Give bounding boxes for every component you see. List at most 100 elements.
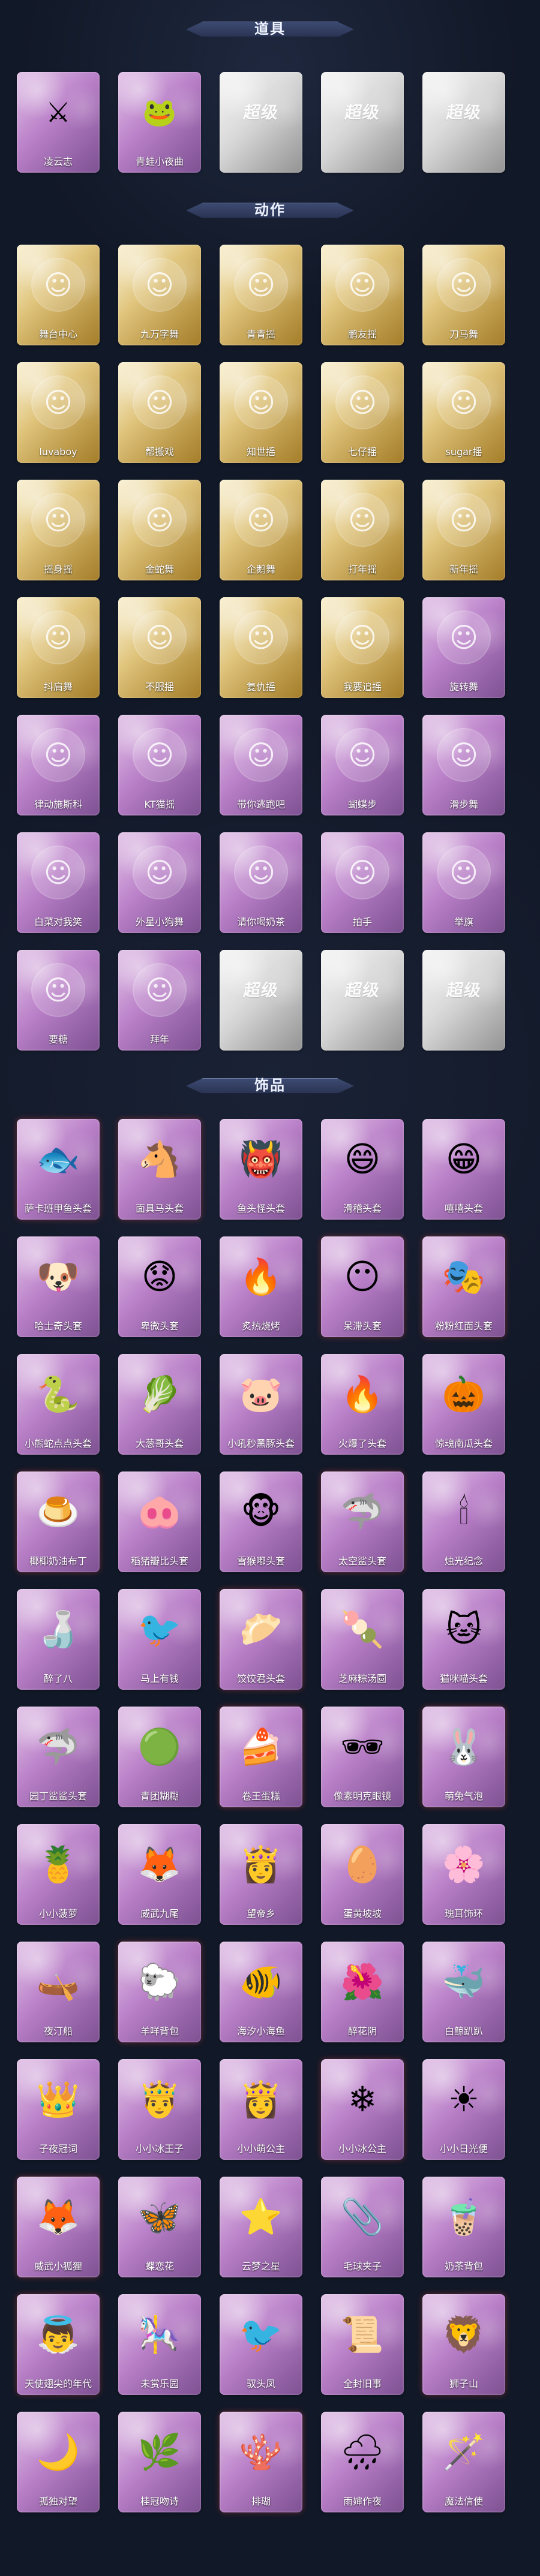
item-card[interactable]: ☺ 新年摇	[422, 480, 505, 580]
item-card[interactable]: 超级	[422, 950, 505, 1051]
item-card[interactable]: 🐍 小熊蛇点点头套	[17, 1354, 100, 1455]
item-card[interactable]: 🐴 面具马头套	[118, 1119, 201, 1220]
item-card[interactable]: 👹 鱼头怪头套	[220, 1119, 302, 1220]
item-card[interactable]: 🥬 大葱哥头套	[118, 1354, 201, 1455]
item-card[interactable]: ☺ luvaboy	[17, 362, 100, 463]
item-card[interactable]: 超级	[321, 950, 404, 1051]
item-card[interactable]: ☺ 打年摇	[321, 480, 404, 580]
item-card[interactable]: 🥚 蛋黄坡坡	[321, 1824, 404, 1925]
item-card[interactable]: 🐦 马上有钱	[118, 1589, 201, 1690]
item-card[interactable]: 🐽 稻猪瓣比头套	[118, 1471, 201, 1572]
item-card[interactable]: 🐑 羊咩背包	[118, 1942, 201, 2042]
item-card[interactable]: ☺ KT猫摇	[118, 715, 201, 815]
item-card[interactable]: ☺ 抖肩舞	[17, 597, 100, 698]
item-card[interactable]: 📎 毛球夹子	[321, 2177, 404, 2277]
item-card[interactable]: 👸 小小萌公主	[220, 2059, 302, 2160]
item-card[interactable]: 超级	[321, 72, 404, 173]
item-card[interactable]: 😁 嘻嘻头套	[422, 1119, 505, 1220]
item-card[interactable]: 🎠 未赏乐园	[118, 2294, 201, 2395]
item-card[interactable]: ☺ 滑步舞	[422, 715, 505, 815]
item-card[interactable]: 🔥 炙热烧烤	[220, 1236, 302, 1337]
item-card[interactable]: ☺ 我要追摇	[321, 597, 404, 698]
item-card[interactable]: ☺ 金蛇舞	[118, 480, 201, 580]
item-card[interactable]: 🦋 蝶恋花	[118, 2177, 201, 2277]
item-card[interactable]: 🐟 萨卡班甲鱼头套	[17, 1119, 100, 1220]
item-card[interactable]: 🍰 卷王蛋糕	[220, 1707, 302, 1807]
item-card[interactable]: 🧋 奶茶背包	[422, 2177, 505, 2277]
item-card[interactable]: 🦊 威武小狐狸	[17, 2177, 100, 2277]
item-card[interactable]: 🕶 像素明克眼镜	[321, 1707, 404, 1807]
item-card[interactable]: 🐸 青蛙小夜曲	[118, 72, 201, 173]
item-card[interactable]: 🦊 威武九尾	[118, 1824, 201, 1925]
item-card[interactable]: 👸 望帝乡	[220, 1824, 302, 1925]
item-card[interactable]: 超级	[422, 72, 505, 173]
item-card[interactable]: ☺ 旋转舞	[422, 597, 505, 698]
item-card[interactable]: 🌸 瑰耳饰环	[422, 1824, 505, 1925]
item-card[interactable]: 🌺 醉花阴	[321, 1942, 404, 2042]
item-card[interactable]: ☺ 带你逃跑吧	[220, 715, 302, 815]
item-card[interactable]: 🪸 排瑚	[220, 2412, 302, 2512]
item-card[interactable]: 🕯 烛光纪念	[422, 1471, 505, 1572]
item-card[interactable]: ☺ 拜年	[118, 950, 201, 1051]
item-card[interactable]: ☺ 拍手	[321, 832, 404, 933]
item-card[interactable]: 🍮 椰椰奶油布丁	[17, 1471, 100, 1572]
item-card[interactable]: 😟 卑微头套	[118, 1236, 201, 1337]
item-card[interactable]: 🦈 太空鲨头套	[321, 1471, 404, 1572]
item-card[interactable]: ☺ 舞台中心	[17, 245, 100, 345]
item-card[interactable]: ☺ 白菜对我笑	[17, 832, 100, 933]
item-card[interactable]: 🐶 哈士奇头套	[17, 1236, 100, 1337]
item-card[interactable]: 😄 滑稽头套	[321, 1119, 404, 1220]
item-card[interactable]: ☺ 蝴蝶步	[321, 715, 404, 815]
item-card[interactable]: 🐳 白鲸趴趴	[422, 1942, 505, 2042]
item-card[interactable]: 🪄 魔法信使	[422, 2412, 505, 2512]
item-card[interactable]: 🍍 小小菠萝	[17, 1824, 100, 1925]
item-card[interactable]: ☺ sugar摇	[422, 362, 505, 463]
item-card[interactable]: ☺ 要糖	[17, 950, 100, 1051]
item-card[interactable]: ❄ 小小冰公主	[321, 2059, 404, 2160]
item-card[interactable]: 🐷 小吼秒黑豚头套	[220, 1354, 302, 1455]
item-card[interactable]: ☺ 刀马舞	[422, 245, 505, 345]
item-card[interactable]: ☺ 鹏友摇	[321, 245, 404, 345]
item-card[interactable]: ☺ 七仔摇	[321, 362, 404, 463]
item-card[interactable]: ☺ 不服摇	[118, 597, 201, 698]
item-card[interactable]: ☀ 小小日光便	[422, 2059, 505, 2160]
item-card[interactable]: ☺ 九万字舞	[118, 245, 201, 345]
item-card[interactable]: 🟢 青团糊糊	[118, 1707, 201, 1807]
item-card[interactable]: ⚔ 凌云志	[17, 72, 100, 173]
item-card[interactable]: 🍡 芝麻粽汤圆	[321, 1589, 404, 1690]
item-card[interactable]: 🐠 海汐小海鱼	[220, 1942, 302, 2042]
item-card[interactable]: 🎃 惊魂南瓜头套	[422, 1354, 505, 1455]
item-card[interactable]: ☺ 知世摇	[220, 362, 302, 463]
item-card[interactable]: 超级	[220, 950, 302, 1051]
item-card[interactable]: 📜 全封旧事	[321, 2294, 404, 2395]
item-card[interactable]: ☺ 外星小狗舞	[118, 832, 201, 933]
item-card[interactable]: 🐱 猫咪喵头套	[422, 1589, 505, 1690]
item-card[interactable]: ☺ 企鹅舞	[220, 480, 302, 580]
item-card[interactable]: ☺ 律动施斯科	[17, 715, 100, 815]
item-card[interactable]: ☺ 青青摇	[220, 245, 302, 345]
item-card[interactable]: ⭐ 云梦之星	[220, 2177, 302, 2277]
item-card[interactable]: 超级	[220, 72, 302, 173]
item-card[interactable]: 🐰 萌兔气泡	[422, 1707, 505, 1807]
item-card[interactable]: 🥟 饺饺君头套	[220, 1589, 302, 1690]
item-card[interactable]: ☺ 摇身摇	[17, 480, 100, 580]
item-card[interactable]: 🌧 雨婶作夜	[321, 2412, 404, 2512]
item-card[interactable]: ☺ 复仇摇	[220, 597, 302, 698]
item-card[interactable]: 👑 子夜冠词	[17, 2059, 100, 2160]
item-card[interactable]: 🌙 孤独对望	[17, 2412, 100, 2512]
item-card[interactable]: 🦁 狮子山	[422, 2294, 505, 2395]
item-card[interactable]: ☺ 请你喝奶茶	[220, 832, 302, 933]
item-card[interactable]: 🐦 驭头凤	[220, 2294, 302, 2395]
item-card[interactable]: 😶 呆滞头套	[321, 1236, 404, 1337]
item-card[interactable]: 👼 天使翅尖的年代	[17, 2294, 100, 2395]
item-card[interactable]: 🦈 园丁鲨鲨头套	[17, 1707, 100, 1807]
item-card[interactable]: ☺ 举旗	[422, 832, 505, 933]
item-card[interactable]: 🐵 雪猴嘟头套	[220, 1471, 302, 1572]
item-card[interactable]: 🛶 夜汀船	[17, 1942, 100, 2042]
item-card[interactable]: 🍶 醉了八	[17, 1589, 100, 1690]
item-card[interactable]: 🤴 小小冰王子	[118, 2059, 201, 2160]
item-card[interactable]: 🔥 火爆了头套	[321, 1354, 404, 1455]
item-card[interactable]: 🌿 桂冠吻诗	[118, 2412, 201, 2512]
item-card[interactable]: ☺ 帮搬戏	[118, 362, 201, 463]
item-card[interactable]: 🎭 粉粉红面头套	[422, 1236, 505, 1337]
